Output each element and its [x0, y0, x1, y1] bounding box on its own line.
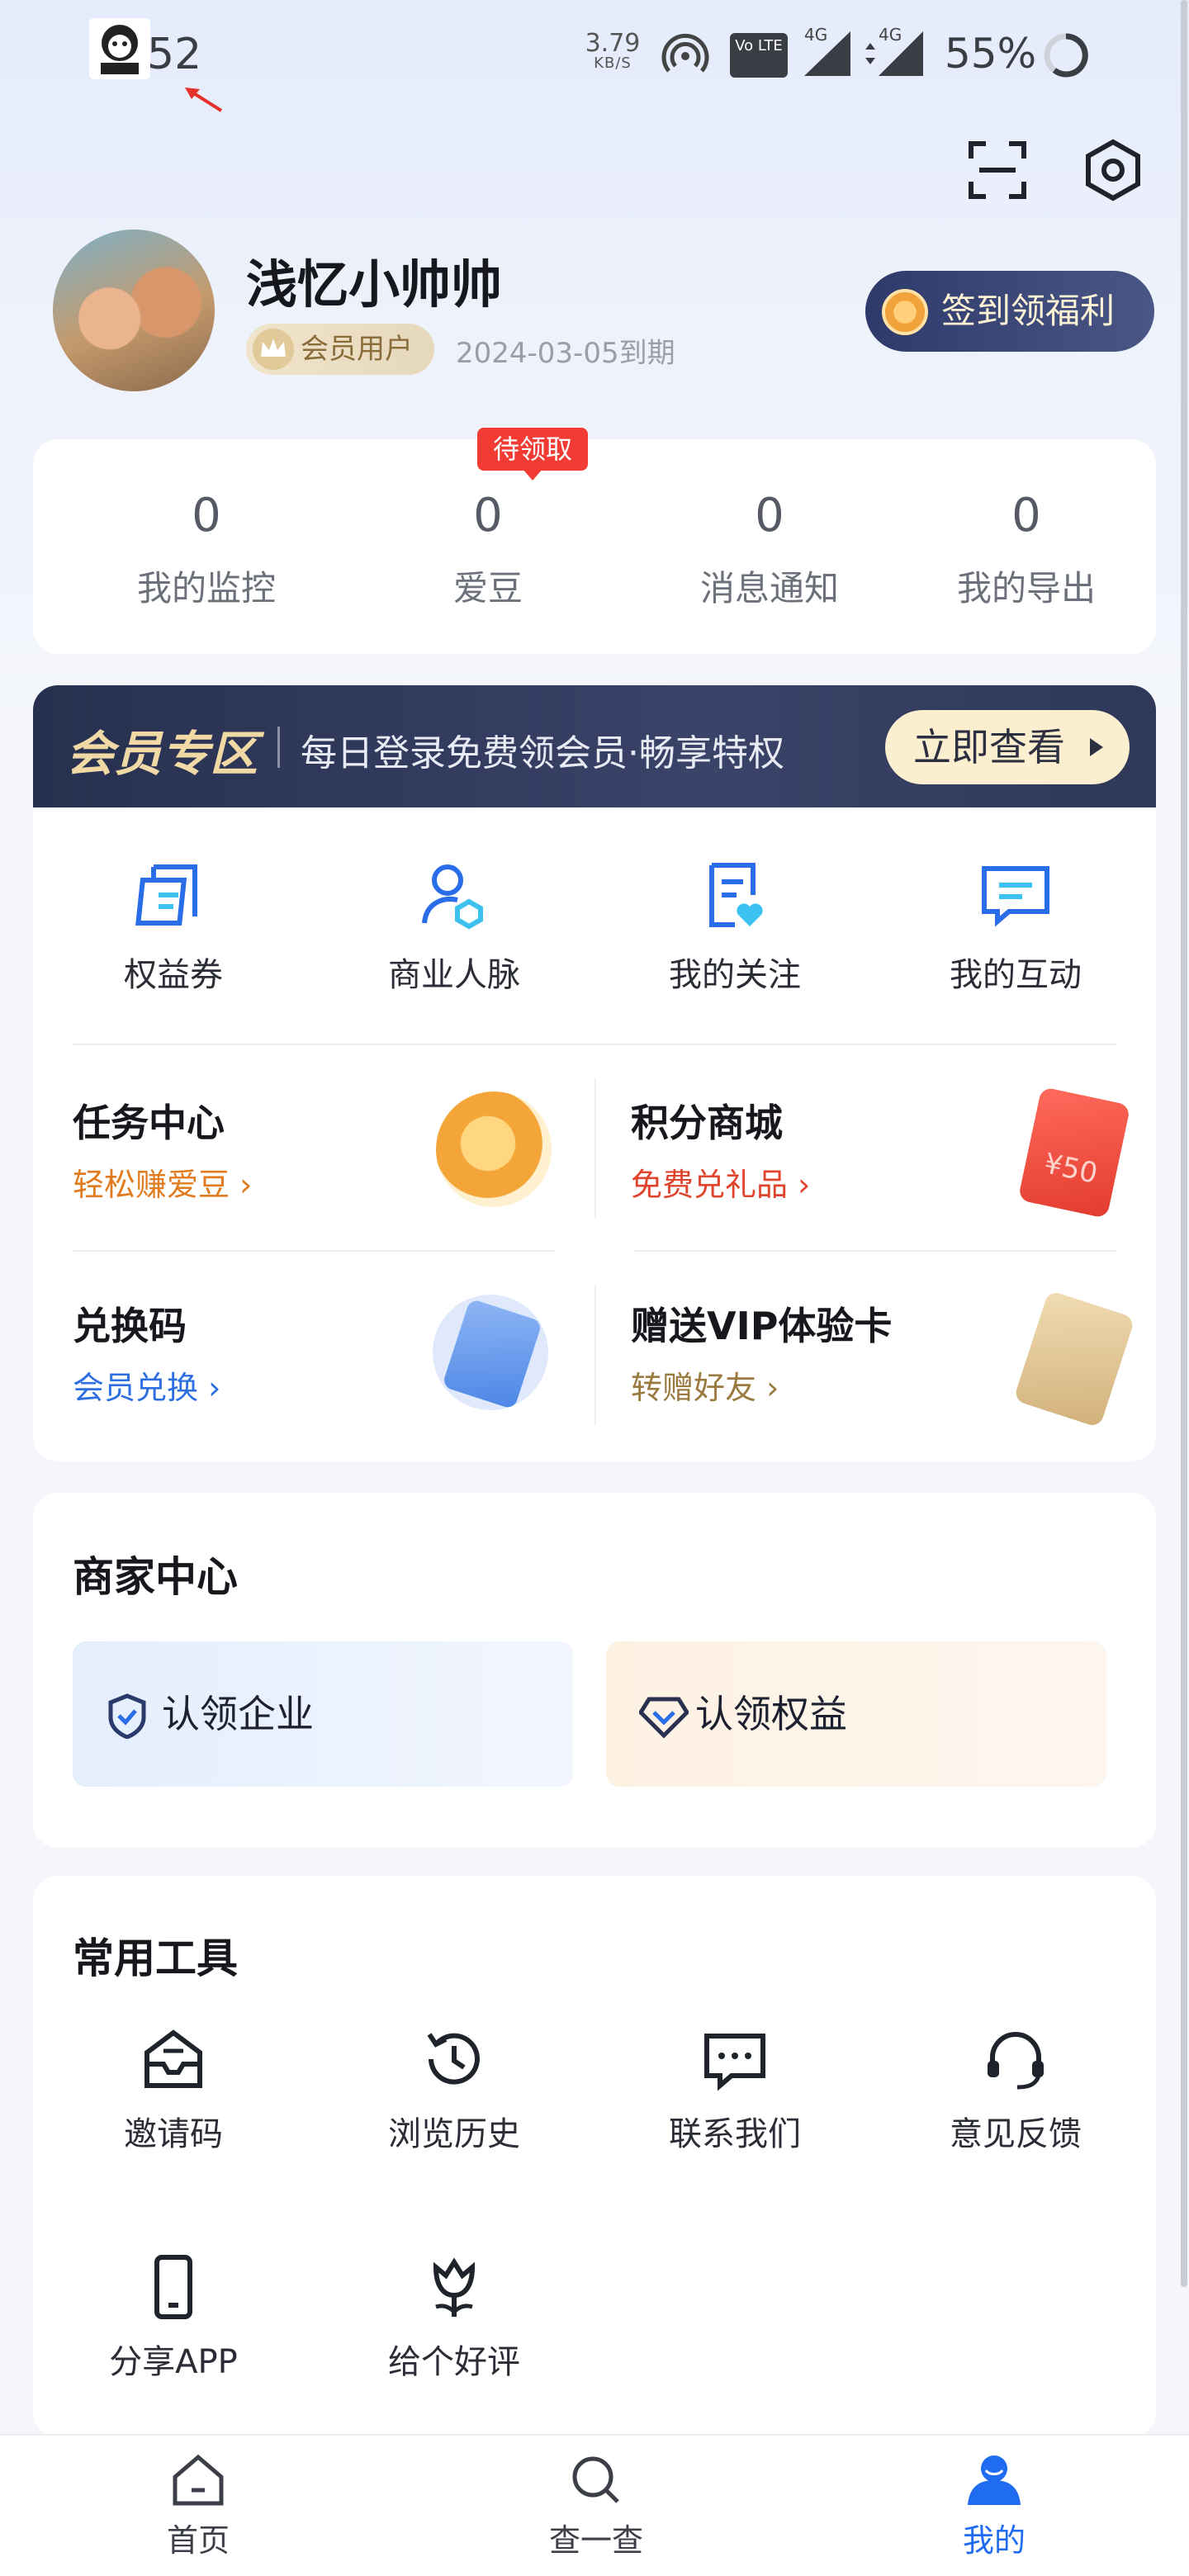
profile-icon: [968, 2455, 1021, 2505]
annotation-arrow-icon: [185, 88, 223, 112]
feature-redeem-code[interactable]: 兑换码 会员兑换 ›: [33, 1250, 594, 1461]
scan-icon[interactable]: [966, 139, 1029, 201]
flower-icon: [433, 2257, 476, 2317]
history-icon: [427, 2033, 480, 2085]
entry-contacts[interactable]: 商业人脉: [330, 855, 578, 996]
invite-mail-icon: [144, 2029, 202, 2088]
battery-ring-icon: [1044, 33, 1088, 78]
tools-card: 常用工具 邀请码 浏览历史 联系我们 意见反馈 分享APP 给个好评: [33, 1876, 1156, 2437]
member-badge: 会员用户: [246, 324, 434, 375]
tool-rate-us[interactable]: 给个好评: [330, 2252, 578, 2383]
status-avatar-icon: [89, 18, 150, 79]
chat-bubble-icon: [982, 866, 1049, 927]
headset-icon: [988, 2032, 1044, 2090]
stat-aidou[interactable]: 0 爱豆: [348, 489, 628, 611]
coin-icon: [882, 289, 928, 335]
signin-button[interactable]: 签到领福利: [865, 271, 1154, 352]
merchant-center-title: 商家中心: [73, 1553, 238, 1601]
scrollbar[interactable]: [1181, 0, 1187, 2287]
network-speed: 3.79 KB/S: [585, 29, 641, 72]
bottom-nav: 首页 查一查 我的: [0, 2434, 1189, 2576]
status-bar: 52 3.79 KB/S Vo LTE 4G 4G 55%: [0, 0, 1189, 116]
tools-title: 常用工具: [73, 1934, 238, 1982]
signal-sim2-icon: 4G: [862, 25, 925, 81]
phone-icon: [154, 2255, 192, 2319]
coin-stack-icon: [436, 1091, 552, 1207]
view-now-button[interactable]: 立即查看: [885, 710, 1130, 784]
favorites-icon: [709, 863, 763, 927]
tool-contact-us[interactable]: 联系我们: [611, 2024, 859, 2155]
hotspot-icon: [661, 33, 709, 73]
stat-monitor[interactable]: 0 我的监控: [66, 489, 347, 611]
tool-share-app[interactable]: 分享APP: [50, 2252, 297, 2383]
member-zone-desc: 每日登录免费领会员·畅享特权: [301, 732, 784, 774]
gift-card-icon: ¥50: [1017, 1087, 1131, 1219]
triangle-right-icon: [1090, 738, 1103, 756]
member-zone-card: 会员专区 每日登录免费领会员·畅享特权 立即查看 权益券 商业人脉 我的关注 我…: [33, 685, 1156, 1461]
nav-search[interactable]: 查一查: [514, 2452, 679, 2560]
contacts-icon: [422, 864, 483, 930]
stat-messages[interactable]: 0 消息通知: [629, 489, 910, 611]
nav-home[interactable]: 首页: [116, 2452, 281, 2560]
user-avatar[interactable]: [53, 230, 215, 391]
pending-tag: 待领取: [477, 428, 588, 481]
coupon-icon: [135, 864, 197, 926]
feature-task-center[interactable]: 任务中心 轻松赚爱豆 ›: [33, 1044, 594, 1250]
membership-expiry: 2024-03-05到期: [456, 337, 675, 370]
status-time: 52: [147, 30, 202, 79]
exchange-card-icon: [433, 1295, 548, 1410]
entry-favorites[interactable]: 我的关注: [611, 855, 859, 996]
settings-icon[interactable]: [1082, 139, 1144, 201]
message-icon: [704, 2034, 765, 2091]
battery-percent: 55%: [945, 30, 1037, 78]
tool-invite-code[interactable]: 邀请码: [50, 2024, 297, 2155]
feature-points-mall[interactable]: 积分商城 免费兑礼品 › ¥50: [594, 1044, 1156, 1250]
feature-vip-trial-card[interactable]: 赠送VIP体验卡 转赠好友 ›: [594, 1250, 1156, 1461]
member-zone-title: 会员专区: [66, 726, 258, 782]
stats-card: 0 我的监控 0 爱豆 0 消息通知 0 我的导出: [33, 439, 1156, 654]
entry-interactions[interactable]: 我的互动: [892, 855, 1139, 996]
volte-icon: Vo LTE: [730, 33, 788, 78]
claim-rights-button[interactable]: 认领权益: [606, 1641, 1106, 1787]
shield-check-icon: [108, 1693, 146, 1739]
diamond-icon: [639, 1697, 689, 1739]
entry-coupon[interactable]: 权益券: [50, 855, 297, 996]
member-banner[interactable]: 会员专区 每日登录免费领会员·畅享特权 立即查看: [33, 685, 1156, 807]
stat-exports[interactable]: 0 我的导出: [911, 489, 1142, 611]
signal-sim1-icon: 4G: [801, 25, 854, 81]
crown-icon: [253, 329, 294, 370]
vip-card-icon: [1013, 1290, 1135, 1428]
claim-company-button[interactable]: 认领企业: [73, 1641, 573, 1787]
username: 浅忆小帅帅: [246, 254, 503, 315]
search-icon: [572, 2456, 619, 2503]
tool-browse-history[interactable]: 浏览历史: [330, 2024, 578, 2155]
nav-mine[interactable]: 我的: [912, 2452, 1077, 2560]
tool-feedback[interactable]: 意见反馈: [892, 2024, 1139, 2155]
merchant-center-card: 商家中心 认领企业 认领权益: [33, 1493, 1156, 1848]
home-icon: [173, 2454, 224, 2506]
